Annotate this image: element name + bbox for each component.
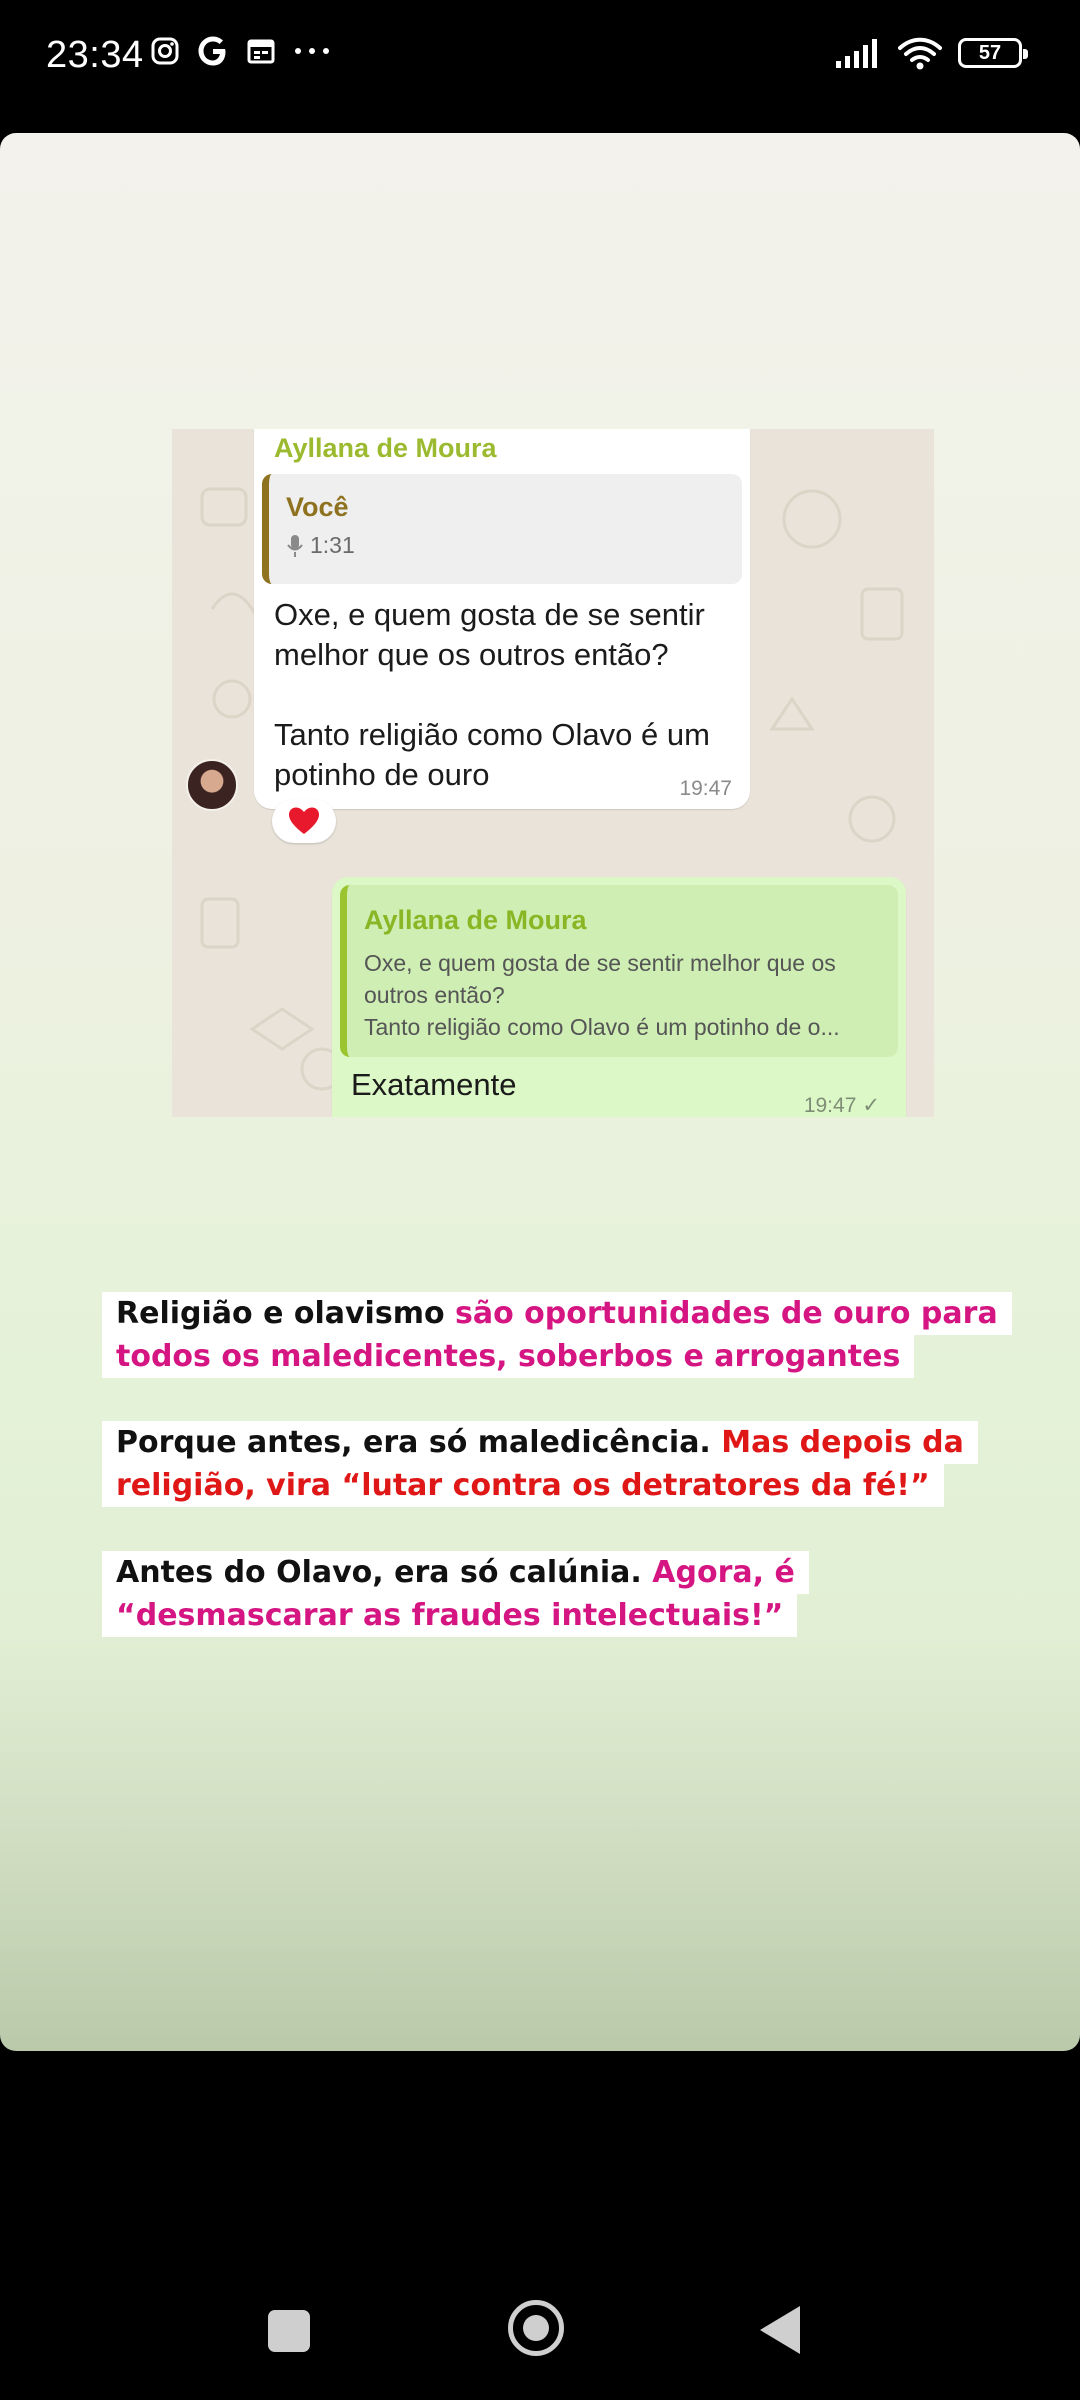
message-meta: 19:47 ✓	[803, 1093, 880, 1118]
caption-highlight: são oportunidades de ouro para	[455, 1296, 998, 1331]
chat-screenshot: Ayllana de Moura Você 1:31 Oxe, e quem g…	[172, 429, 934, 1117]
heart-icon	[289, 807, 319, 834]
back-button[interactable]	[760, 2306, 800, 2354]
avatar[interactable]	[186, 759, 238, 811]
instagram-icon	[151, 37, 179, 65]
more-dots-icon	[295, 48, 329, 54]
sent-check-icon: ✓	[862, 1094, 880, 1117]
home-button[interactable]	[508, 2300, 564, 2356]
status-time: 23:34	[46, 34, 144, 76]
battery-level: 57	[978, 41, 1002, 64]
outgoing-message[interactable]: Ayllana de Moura Oxe, e quem gosta de se…	[332, 877, 906, 1117]
quoted-text: Oxe, e quem gosta de se sentir melhor qu…	[364, 950, 840, 1040]
heart-reaction[interactable]	[272, 799, 336, 843]
notification-icons	[150, 32, 334, 70]
caption-block-1: Religião e olavismo são oportunidades de…	[102, 1292, 1012, 1378]
caption-line: Religião e olavismo são oportunidades de…	[102, 1292, 1012, 1335]
quoted-author: Você	[286, 492, 349, 522]
google-icon	[198, 36, 226, 66]
quoted-audio: 1:31	[286, 532, 355, 559]
caption-highlight: religião, vira “lutar contra os detrator…	[116, 1468, 930, 1503]
status-bar: 23:34 57	[0, 0, 1080, 120]
message-time: 19:47	[803, 1093, 857, 1117]
incoming-message[interactable]: Ayllana de Moura Você 1:31 Oxe, e quem g…	[254, 429, 750, 809]
caption-block-3: Antes do Olavo, era só calúnia. Agora, é…	[102, 1551, 809, 1637]
caption-line: “desmascarar as fraudes intelectuais!”	[102, 1594, 798, 1637]
caption-highlight: “desmascarar as fraudes intelectuais!”	[116, 1598, 784, 1633]
message-text: Exatamente	[351, 1067, 517, 1102]
story-card: Ayllana de Moura Você 1:31 Oxe, e quem g…	[0, 133, 1080, 2051]
caption-block-2: Porque antes, era só maledicência. Mas d…	[102, 1421, 978, 1507]
audio-duration: 1:31	[310, 532, 355, 558]
system-icons: 57	[834, 36, 1028, 70]
wifi-icon	[898, 37, 942, 70]
navigation-bar	[0, 2260, 1080, 2400]
caption-line: religião, vira “lutar contra os detrator…	[102, 1464, 944, 1507]
signal-icon	[836, 39, 877, 68]
recents-button[interactable]	[268, 2310, 310, 2352]
caption-highlight: todos os maledicentes, soberbos e arroga…	[116, 1339, 901, 1374]
caption-line: Porque antes, era só maledicência. Mas d…	[102, 1421, 978, 1464]
sender-name: Ayllana de Moura	[274, 433, 497, 463]
quoted-audio-reply[interactable]: Você 1:31	[262, 474, 742, 584]
caption-line: Antes do Olavo, era só calúnia. Agora, é	[102, 1551, 809, 1594]
battery-icon: 57	[958, 38, 1028, 68]
caption-highlight: Mas depois da	[721, 1425, 964, 1460]
caption-text: Religião e olavismo	[116, 1296, 456, 1331]
caption-text: Porque antes, era só maledicência.	[116, 1425, 722, 1460]
message-text: Oxe, e quem gosta de se sentir melhor qu…	[274, 597, 710, 792]
caption-line: todos os maledicentes, soberbos e arroga…	[102, 1335, 915, 1378]
caption-text: Antes do Olavo, era só calúnia.	[116, 1555, 653, 1590]
caption-highlight: Agora, é	[652, 1555, 795, 1590]
microphone-icon	[287, 534, 303, 557]
message-time: 19:47	[679, 777, 732, 800]
calendar-icon	[247, 39, 275, 64]
quoted-message[interactable]: Ayllana de Moura Oxe, e quem gosta de se…	[340, 885, 898, 1057]
quoted-author: Ayllana de Moura	[364, 905, 587, 935]
